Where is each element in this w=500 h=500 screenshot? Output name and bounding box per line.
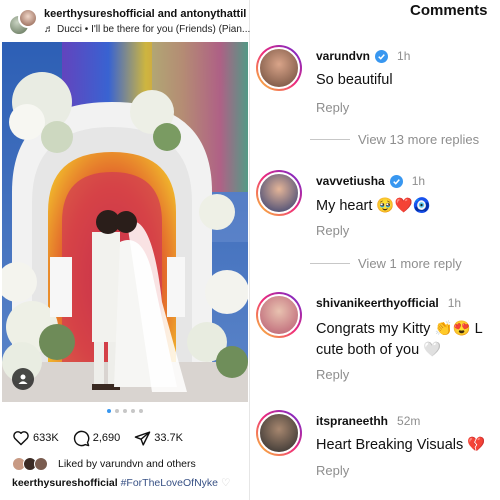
carousel-dot xyxy=(139,409,143,413)
liked-by-avatars xyxy=(12,457,52,471)
reply-button[interactable]: Reply xyxy=(316,367,349,382)
liked-by-row[interactable]: Liked by varundvn and others xyxy=(12,456,196,472)
avatar[interactable] xyxy=(256,45,302,91)
tagged-users-button[interactable] xyxy=(12,368,34,390)
comment-text: cute both of you 🤍 xyxy=(316,342,442,358)
reply-button[interactable]: Reply xyxy=(316,100,349,115)
post-caption: keerthysureshofficial #ForTheLoveOfNyke … xyxy=(12,477,230,489)
share-button[interactable]: 33.7K xyxy=(134,430,183,447)
verified-badge-icon xyxy=(375,49,389,63)
divider xyxy=(310,139,350,140)
carousel-dot xyxy=(115,409,119,413)
comment-time: 1h xyxy=(411,174,426,188)
post-avatars[interactable] xyxy=(8,8,38,38)
comment-button[interactable]: 2,690 xyxy=(73,430,121,447)
liked-by-text: Liked by varundvn and others xyxy=(58,458,196,470)
avatar[interactable] xyxy=(256,410,302,456)
music-title: Ducci • I'll be there for you (Friends) … xyxy=(57,24,250,35)
like-button[interactable]: 633K xyxy=(12,430,59,446)
comment-username[interactable]: varundvn 1h xyxy=(316,49,410,63)
comments-title: Comments xyxy=(410,2,488,19)
post-photo[interactable] xyxy=(2,42,248,402)
carousel-dot xyxy=(107,409,111,413)
post-panel: keerthysureshofficial and antonythattil … xyxy=(0,0,250,500)
comment-username[interactable]: itspraneethh 52m xyxy=(316,414,420,428)
wedding-photo-illustration xyxy=(2,42,248,402)
comment-text: My heart 🥹❤️🧿 xyxy=(316,198,431,214)
avatar xyxy=(34,457,48,471)
comments-panel: Comments varundvn 1h So beautiful Reply … xyxy=(250,0,500,500)
comment-text: Congrats my Kitty 👏😍 L xyxy=(316,321,483,337)
comment-count: 2,690 xyxy=(92,432,121,444)
post-actions: 633K 2,690 33.7K xyxy=(12,428,193,448)
music-note-icon: ♬ xyxy=(44,24,54,35)
reply-button[interactable]: Reply xyxy=(316,463,349,478)
view-more-replies-button[interactable]: View 1 more reply xyxy=(310,256,462,271)
white-heart-icon: ♡ xyxy=(220,477,231,489)
verified-badge-icon xyxy=(389,174,403,188)
post-usernames[interactable]: keerthysureshofficial and antonythattil xyxy=(44,8,246,20)
comment-username[interactable]: shivanikeerthyofficial 1h xyxy=(316,296,461,310)
comment-text: Heart Breaking Visuals 💔 xyxy=(316,437,486,453)
reply-button[interactable]: Reply xyxy=(316,223,349,238)
caption-username[interactable]: keerthysureshofficial xyxy=(12,477,118,489)
user-icon xyxy=(18,374,28,384)
carousel-dot xyxy=(131,409,135,413)
comment-text: So beautiful xyxy=(316,72,393,88)
share-count: 33.7K xyxy=(154,432,183,444)
view-more-replies-button[interactable]: View 13 more replies xyxy=(310,132,479,147)
comment-time: 52m xyxy=(397,414,421,428)
comment-username[interactable]: vavvetiusha 1h xyxy=(316,174,425,188)
post-music[interactable]: ♬ Ducci • I'll be there for you (Friends)… xyxy=(44,24,250,35)
carousel-indicator xyxy=(0,409,250,415)
heart-icon xyxy=(13,431,29,446)
like-count: 633K xyxy=(33,432,59,444)
divider xyxy=(310,263,350,264)
comment-icon xyxy=(73,430,90,446)
comment-time: 1h xyxy=(397,49,411,63)
post-header: keerthysureshofficial and antonythattil … xyxy=(8,6,250,38)
send-icon xyxy=(134,430,151,446)
carousel-dot xyxy=(123,409,127,413)
caption-hashtag[interactable]: #ForTheLoveOfNyke xyxy=(121,477,218,489)
avatar[interactable] xyxy=(256,170,302,216)
avatar[interactable] xyxy=(256,292,302,338)
avatar[interactable] xyxy=(18,8,38,28)
comment-time: 1h xyxy=(447,296,462,310)
